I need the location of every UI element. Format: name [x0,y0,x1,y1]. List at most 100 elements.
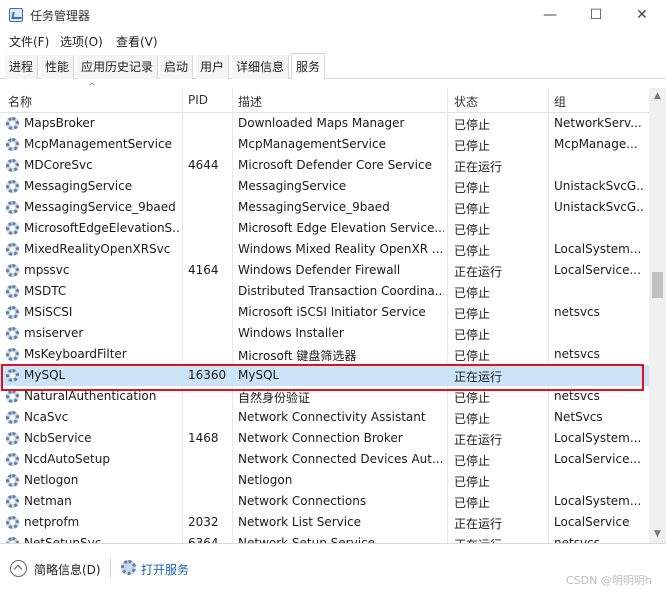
service-gear-icon [6,138,19,151]
service-pid: 4644 [188,158,219,172]
service-status: 已停止 [454,307,491,321]
service-description: Downloaded Maps Manager [238,116,405,130]
service-row[interactable]: netprofm 2032 Network List Service 正在运行 Loca… [0,512,649,533]
service-name: MsKeyboardFilter [24,347,127,361]
service-gear-icon [6,495,19,508]
service-status: 已停止 [454,181,491,195]
service-gear-icon [6,348,19,361]
service-row[interactable]: MapsBroker Downloaded Maps Manager 已停止 Netw… [0,113,649,134]
service-description: Microsoft 键盘筛选器 [238,349,357,363]
service-row[interactable]: msiserver Windows Installer 已停止 [0,323,649,344]
service-description: Windows Defender Firewall [238,263,401,277]
task-manager-icon [9,8,23,22]
col-group[interactable]: 组 [554,93,566,110]
service-group: netsvcs [554,347,600,361]
minimize-button[interactable]: — [527,0,573,30]
service-group: UnistackSvcG... [554,179,644,193]
service-description: Netlogon [238,473,293,487]
tab-users[interactable]: 用户 [196,55,230,79]
vertical-scrollbar[interactable]: ▲ ▼ [649,88,666,543]
service-group: netsvcs [554,389,600,403]
service-description: MessagingService_9baed [238,200,390,214]
service-gear-icon [6,159,19,172]
tab-performance[interactable]: 性能 [41,55,75,79]
service-row[interactable]: MicrosoftEdgeElevationS... Microsoft Edge… [0,218,649,239]
tab-bar: 进程 性能 应用历史记录 启动 用户 详细信息 服务 [0,53,666,80]
col-pid[interactable]: PID [188,93,208,107]
service-description: Network List Service [238,515,362,529]
service-row[interactable]: McpManagementService McpManagementService… [0,134,649,155]
maximize-button[interactable]: ☐ [573,0,619,30]
service-row[interactable]: mpssvc 4164 Windows Defender Firewall 正在运行 L… [0,260,649,281]
service-row[interactable]: MessagingService MessagingService 已停止 Unist… [0,176,649,197]
service-status: 已停止 [454,496,491,510]
tab-services[interactable]: 服务 [291,53,326,80]
service-status: 已停止 [454,412,491,426]
fewer-details-button[interactable]: 简略信息(D) [34,561,101,578]
service-row[interactable]: NcaSvc Network Connectivity Assistant 已停止 N… [0,407,649,428]
service-gear-icon [6,201,19,214]
service-row[interactable]: NcbService 1468 Network Connection Broker 正… [0,428,649,449]
service-description: Windows Installer [238,326,344,340]
column-header: 名称 PID 描述 状态 组 [0,88,649,113]
menu-view[interactable]: 查看(V) [116,33,158,50]
service-name: McpManagementService [24,137,172,151]
service-row[interactable]: Netlogon Netlogon 已停止 [0,470,649,491]
title-bar[interactable]: 任务管理器 — ☐ ✕ [0,0,666,30]
service-row[interactable]: MsKeyboardFilter Microsoft 键盘筛选器 已停止 netsvc… [0,344,649,365]
service-status: 已停止 [454,349,491,363]
service-status: 正在运行 [454,160,503,174]
menu-file[interactable]: 文件(F) [9,33,49,50]
service-row[interactable]: MixedRealityOpenXRSvc Windows Mixed Reali… [0,239,649,260]
service-status: 已停止 [454,328,491,342]
service-status: 正在运行 [454,536,546,543]
tab-app-history[interactable]: 应用历史记录 [77,55,159,79]
service-status: 正在运行 [454,433,503,447]
service-row[interactable]: MSiSCSI Microsoft iSCSI Initiator Service… [0,302,649,323]
service-status: 已停止 [454,202,491,216]
service-gear-icon [6,327,19,340]
service-row[interactable]: NcdAutoSetup Network Connected Devices Au… [0,449,649,470]
service-description: Network Connections [238,494,367,508]
service-gear-icon [6,285,19,298]
col-name[interactable]: 名称 [8,93,32,110]
service-status: 已停止 [454,139,491,153]
col-description[interactable]: 描述 [238,93,262,110]
service-group: LocalService... [554,452,641,466]
service-group: netsvcs [554,536,600,543]
service-status: 已停止 [454,286,491,300]
col-status[interactable]: 状态 [454,93,478,110]
service-row[interactable]: Netman Network Connections 已停止 LocalSystem.… [0,491,649,512]
service-name: NetSetupSvc [24,536,102,543]
service-status: 已停止 [454,118,491,132]
service-description: Distributed Transaction Coordina... [238,284,444,298]
service-row[interactable]: NetSetupSvc 6364 Network Setup Service 正在运行… [0,533,649,543]
service-gear-icon [6,117,19,130]
service-status: 已停止 [454,244,491,258]
service-description: Microsoft Defender Core Service [238,158,432,172]
close-button[interactable]: ✕ [619,0,665,30]
scroll-up-icon[interactable]: ▲ [649,88,666,105]
scroll-down-icon[interactable]: ▼ [649,526,666,543]
scroll-thumb[interactable] [652,272,663,298]
service-name: NcdAutoSetup [24,452,110,466]
service-name: MessagingService_9baed [24,200,176,214]
service-name: MSDTC [24,284,67,298]
service-gear-icon [6,222,19,235]
service-status: 已停止 [454,454,491,468]
service-gear-icon [6,306,19,319]
service-row[interactable]: MDCoreSvc 4644 Microsoft Defender Core Ser… [0,155,649,176]
selection-highlight-box [1,364,644,391]
tab-details[interactable]: 详细信息 [232,55,290,79]
service-description: Microsoft Edge Elevation Service... [238,221,444,235]
service-row[interactable]: MSDTC Distributed Transaction Coordina...… [0,281,649,302]
collapse-icon[interactable] [10,560,27,577]
menu-options[interactable]: 选项(O) [60,33,103,50]
tab-processes[interactable]: 进程 [5,55,39,79]
tab-startup[interactable]: 启动 [160,55,194,79]
services-list: MapsBroker Downloaded Maps Manager 已停止 Netw… [0,113,649,543]
service-row[interactable]: MessagingService_9baed MessagingService_9… [0,197,649,218]
open-services-link[interactable]: 打开服务 [141,561,189,578]
service-gear-icon [6,390,19,403]
service-group: LocalSystem... [554,242,642,256]
